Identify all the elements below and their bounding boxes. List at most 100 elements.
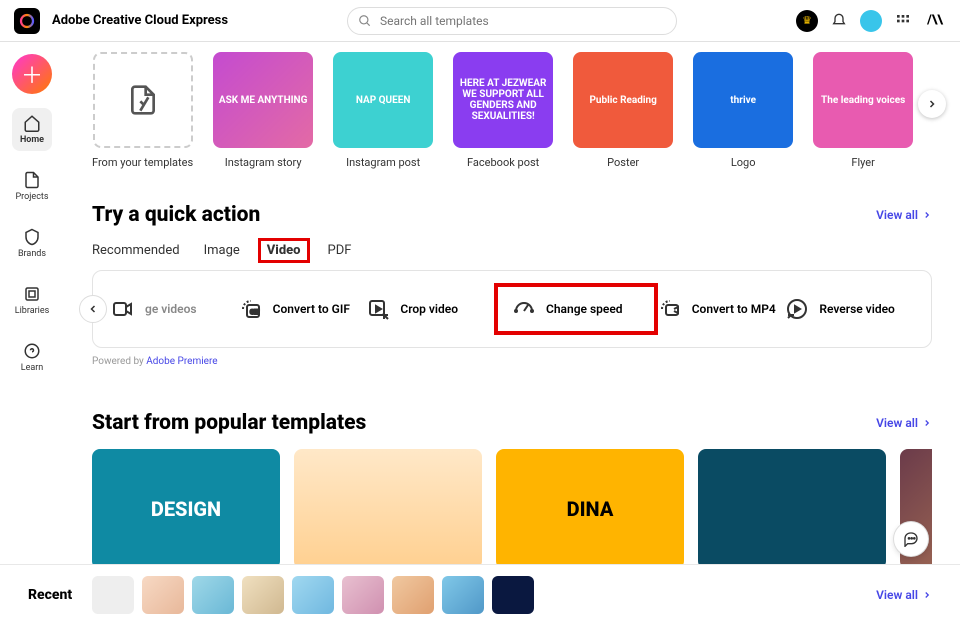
template-label: Instagram post [346,156,420,169]
quick-action-reverse-video[interactable]: Reverse video [785,297,913,321]
recent-thumb[interactable] [142,576,184,614]
action-label: ge videos [145,302,197,316]
action-label: Crop video [400,302,458,316]
popular-view-all[interactable]: View all [876,416,932,430]
template-label: Logo [731,156,756,169]
template-thumb: Public Reading [573,52,673,148]
template-item[interactable]: ASK ME ANYTHING Instagram story [213,52,313,169]
premium-icon[interactable]: ♛ [796,10,818,32]
app-logo[interactable] [14,8,40,34]
template-item[interactable]: From your templates [92,52,193,169]
recent-bar: Recent View all [0,564,960,624]
template-label: Facebook post [467,156,539,169]
template-thumb: The leading voices [813,52,913,148]
template-row: From your templates ASK ME ANYTHING Instag… [92,52,932,169]
brand-title: Adobe Creative Cloud Express [52,13,228,28]
quick-action-convert-to-gif[interactable]: GIF Convert to GIF [239,297,367,321]
search-bar[interactable] [347,7,677,35]
sidebar-item-brands[interactable]: Brands [10,222,54,265]
chevron-left-icon [87,303,99,315]
quick-action-prev-button[interactable] [79,295,107,323]
action-icon [366,297,390,321]
recent-thumb[interactable] [342,576,384,614]
quick-action-tabs: Recommended Image Video PDF [92,241,932,260]
chat-icon [903,531,919,547]
recent-thumb[interactable] [192,576,234,614]
recent-thumb[interactable] [442,576,484,614]
recent-thumb[interactable] [92,576,134,614]
quick-action-tab-video[interactable]: Video [264,241,304,260]
sidebar-item-home[interactable]: Home [12,108,52,151]
quick-action-view-all[interactable]: View all [876,208,932,222]
svg-text:GIF: GIF [250,309,260,316]
quick-action-crop-video[interactable]: Crop video [366,297,494,321]
template-item[interactable]: NAP QUEEN Instagram post [333,52,433,169]
quick-action-convert-to-mp4[interactable]: Convert to MP4 [658,297,786,321]
chevron-right-icon [922,418,932,428]
adobe-icon[interactable]: /\\ [924,10,946,32]
chat-button[interactable] [894,522,928,556]
avatar[interactable] [860,10,882,32]
action-icon [512,297,536,321]
template-item[interactable]: The leading voices Flyer [813,52,913,169]
main-content: From your templates ASK ME ANYTHING Instag… [64,42,960,564]
action-icon [658,297,682,321]
template-label: Instagram story [225,156,302,169]
template-thumb: ASK ME ANYTHING [213,52,313,148]
create-button[interactable]: ＋ [12,54,52,94]
popular-template-card[interactable]: DINA [496,449,684,564]
recent-thumb[interactable] [242,576,284,614]
topbar: Adobe Creative Cloud Express ♛ /\\ [0,0,960,42]
search-icon [358,14,372,28]
sidebar-item-label: Libraries [15,306,50,316]
template-thumb: HERE AT JEZWEAR WE SUPPORT ALL GENDERS A… [453,52,553,148]
quick-action-tab-pdf[interactable]: PDF [328,241,352,260]
template-thumb [93,52,193,148]
chevron-right-icon [922,590,932,600]
libraries-icon [23,285,41,303]
sidebar-item-learn[interactable]: Learn [13,336,52,379]
quick-action-ge-videos[interactable]: ge videos [111,297,239,321]
chevron-right-icon [922,210,932,220]
sidebar-item-libraries[interactable]: Libraries [7,279,58,322]
templates-next-button[interactable] [918,90,946,118]
notifications-icon[interactable] [828,10,850,32]
recent-title: Recent [28,587,72,603]
action-label: Convert to GIF [273,302,350,316]
popular-template-card[interactable]: DESIGN [92,449,280,564]
action-label: Reverse video [819,302,894,316]
quick-action-tab-recommended[interactable]: Recommended [92,241,180,260]
sidebar-item-projects[interactable]: Projects [8,165,57,208]
quick-action-tab-image[interactable]: Image [204,241,240,260]
sidebar-item-label: Home [20,135,44,145]
recent-thumb[interactable] [292,576,334,614]
chevron-right-icon [926,98,938,110]
learn-icon [23,342,41,360]
search-input[interactable] [380,14,666,28]
template-label: Flyer [851,156,874,169]
recent-thumb[interactable] [492,576,534,614]
template-item[interactable]: thriveLogo [693,52,793,169]
template-item[interactable]: HERE AT JEZWEAR WE SUPPORT ALL GENDERS A… [453,52,553,169]
template-label: Poster [607,156,639,169]
projects-icon [23,171,41,189]
sidebar-item-label: Projects [16,192,49,202]
recent-thumb[interactable] [392,576,434,614]
popular-template-card[interactable] [294,449,482,564]
powered-by-link[interactable]: Adobe Premiere [146,356,217,367]
action-icon [785,297,809,321]
popular-title: Start from popular templates [92,411,366,435]
apps-icon[interactable] [892,10,914,32]
action-label: Change speed [546,302,623,316]
action-icon [111,297,135,321]
quick-action-title: Try a quick action [92,203,260,227]
action-label: Convert to MP4 [692,302,776,316]
quick-action-change-speed[interactable]: Change speed [494,283,658,335]
action-icon: GIF [239,297,263,321]
template-item[interactable]: Public Reading Poster [573,52,673,169]
recent-view-all[interactable]: View all [876,588,932,602]
template-label: From your templates [92,156,193,169]
sidebar: ＋ Home Projects Brands Libraries Learn [0,42,64,564]
template-thumb: NAP QUEEN [333,52,433,148]
popular-template-card[interactable] [698,449,886,564]
